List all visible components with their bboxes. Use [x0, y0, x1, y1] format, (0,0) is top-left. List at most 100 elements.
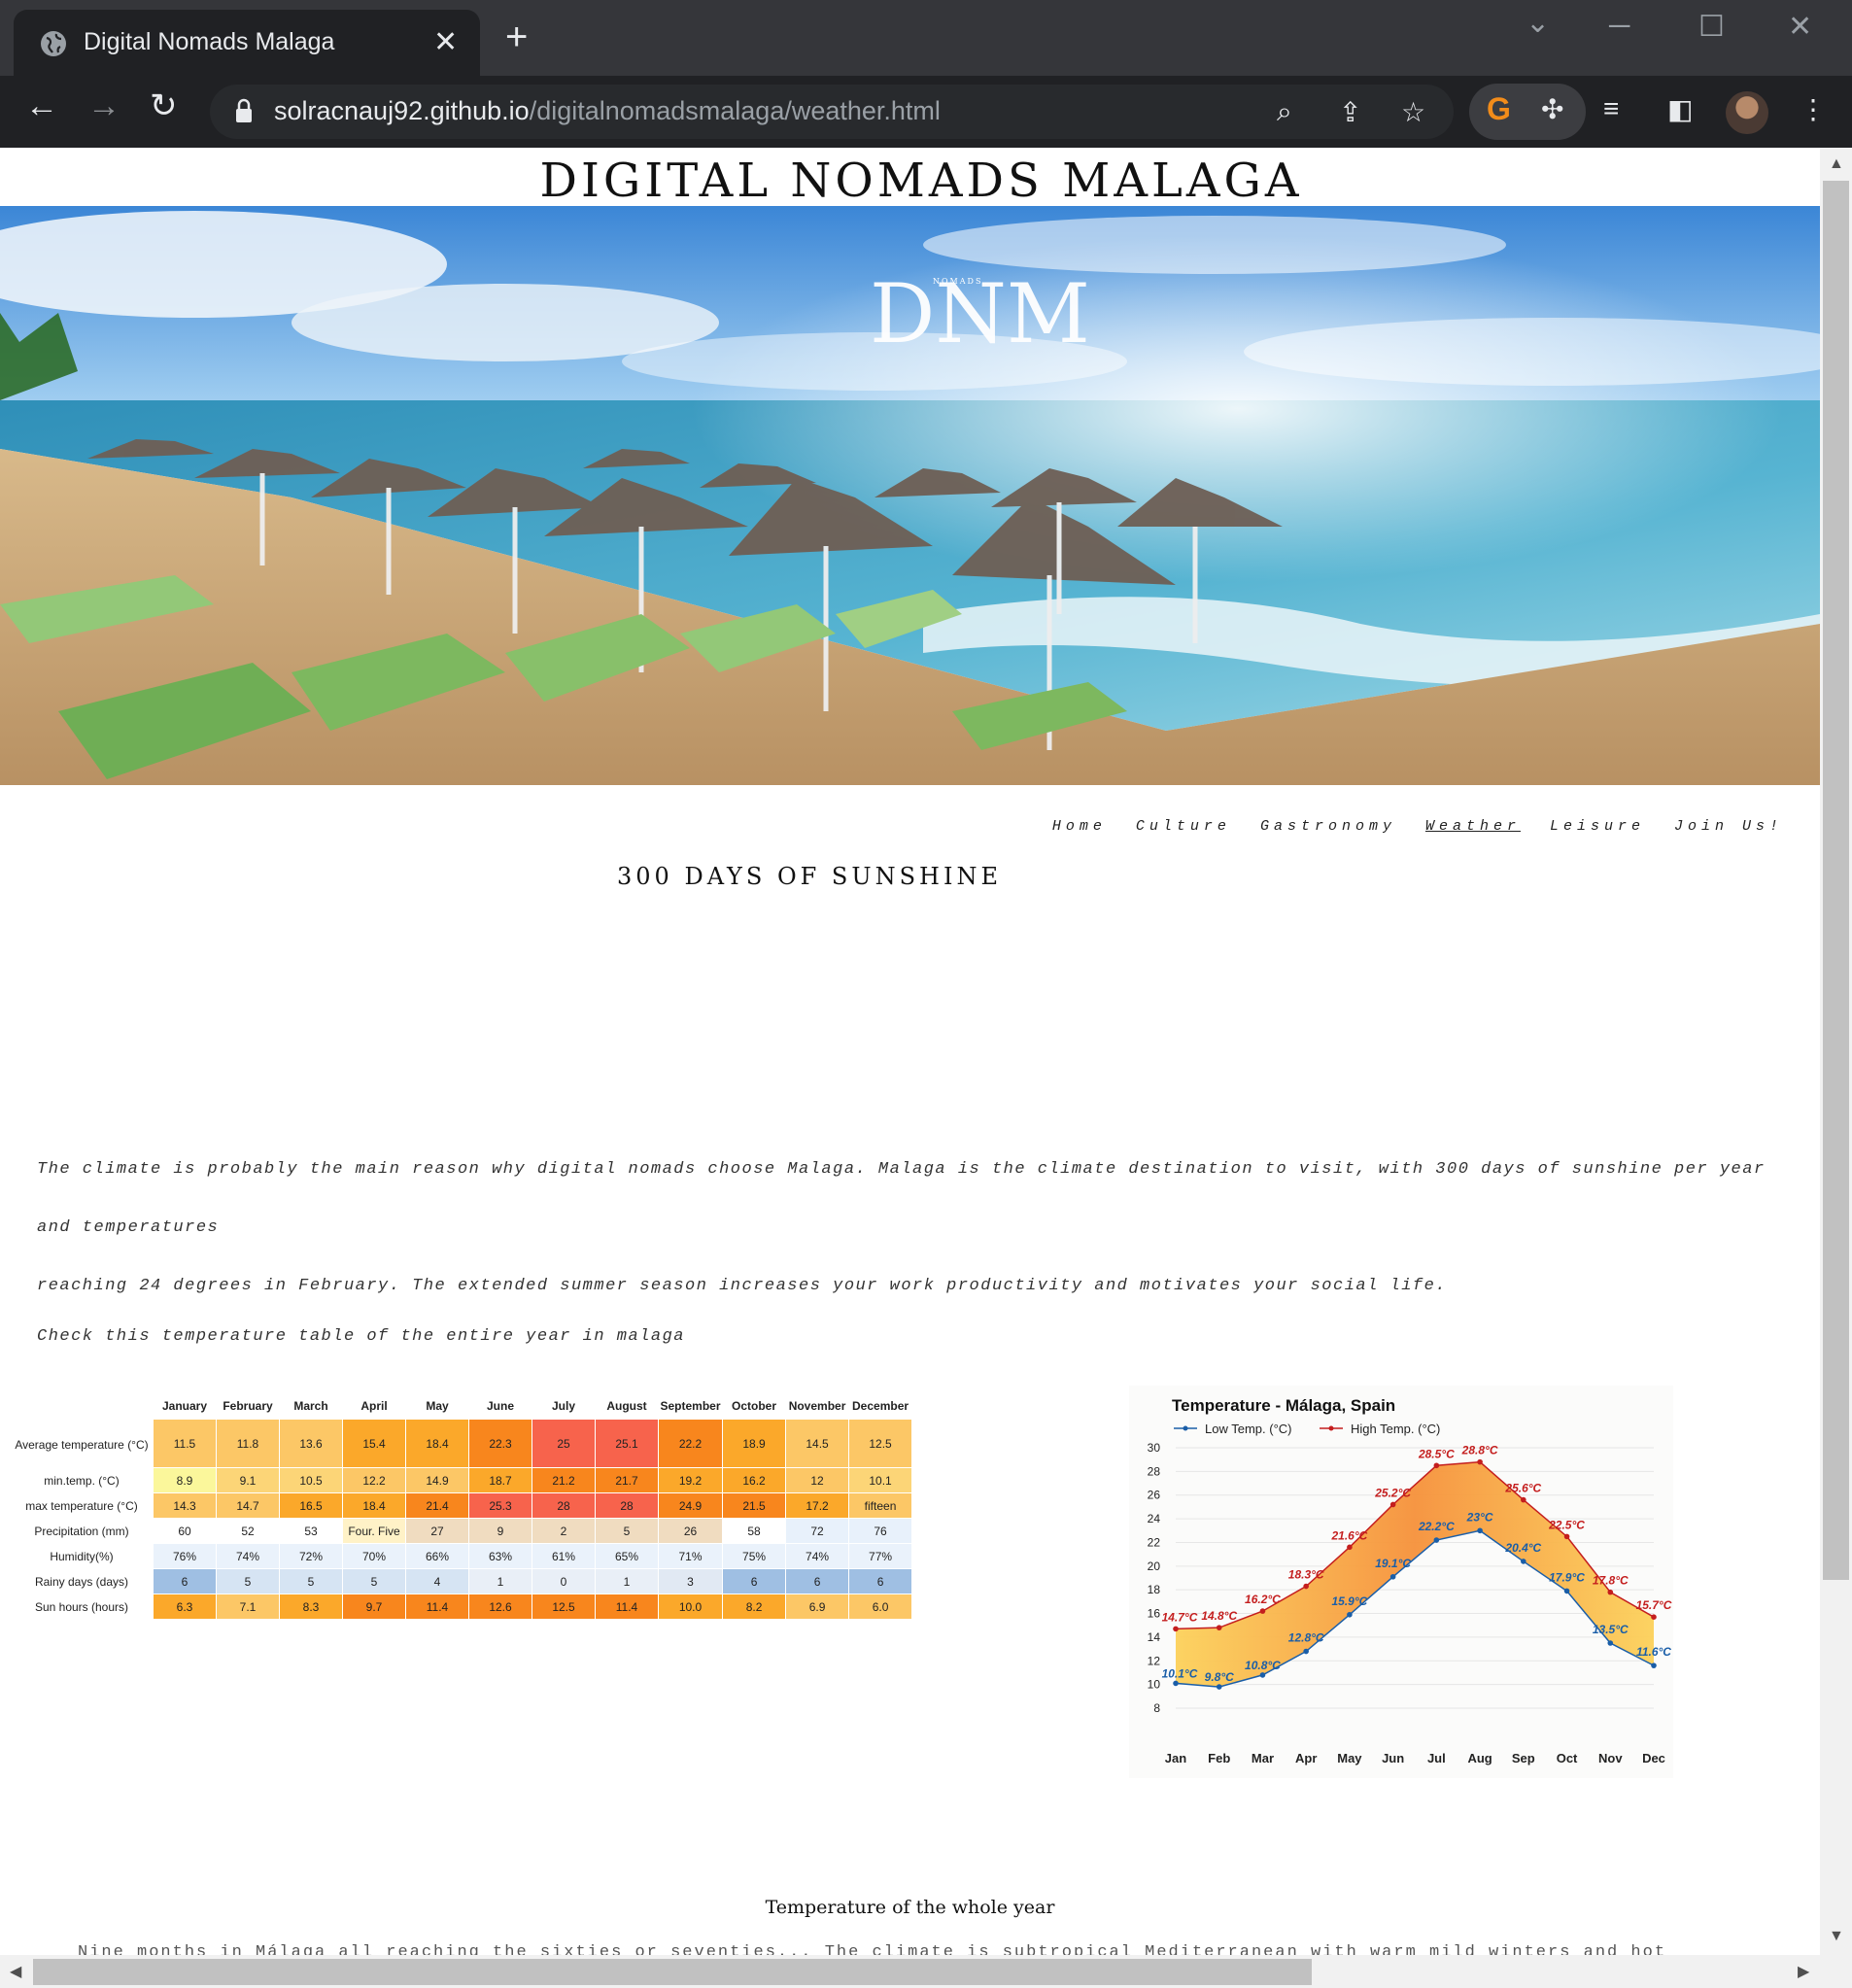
forward-button[interactable]: →: [87, 89, 120, 122]
zoom-icon[interactable]: ⌕: [1277, 96, 1292, 128]
bookmark-star-icon[interactable]: ☆: [1401, 96, 1425, 128]
low-temp-point: [1259, 1672, 1266, 1678]
table-cell: 6.9: [785, 1594, 850, 1620]
table-cell: 9: [468, 1518, 532, 1544]
globe-icon: [41, 31, 66, 56]
grammarly-extension-icon[interactable]: G: [1487, 91, 1511, 127]
legend-high-marker: [1328, 1425, 1334, 1431]
table-row: Precipitation (mm) 60 52 53 Four. Five 27 9 2 5 2…: [10, 1518, 913, 1544]
profile-avatar[interactable]: [1726, 91, 1768, 134]
low-temp-point: [1389, 1573, 1396, 1580]
low-temp-point: [1607, 1640, 1614, 1646]
high-temp-label: 25.2°C: [1374, 1486, 1411, 1499]
high-temp-label: 16.2°C: [1245, 1593, 1281, 1606]
nav-leisure[interactable]: Leisure: [1550, 818, 1645, 835]
low-temp-label: 13.5°C: [1593, 1623, 1629, 1636]
share-icon[interactable]: ⇪: [1339, 96, 1361, 128]
nav-home[interactable]: Home: [1052, 818, 1107, 835]
scroll-left-arrow-icon[interactable]: ◀: [10, 1962, 21, 1981]
low-temp-label: 22.2°C: [1418, 1520, 1455, 1533]
table-cell: 14.9: [405, 1467, 469, 1493]
y-tick-label: 24: [1148, 1512, 1161, 1525]
y-tick-label: 28: [1148, 1464, 1161, 1478]
table-row: max temperature (°C) 14.3 14.7 16.5 18.4 21.4…: [10, 1492, 913, 1519]
table-cell: 6.3: [153, 1594, 217, 1620]
close-tab-icon[interactable]: ✕: [433, 25, 458, 59]
back-button[interactable]: ←: [25, 89, 58, 122]
high-temp-point: [1433, 1462, 1440, 1469]
low-temp-label: 9.8°C: [1205, 1670, 1234, 1684]
url-text: solracnauj92.github.io/digitalnomadsmala…: [274, 96, 941, 126]
month-header: September: [660, 1399, 721, 1413]
nav-gastronomy[interactable]: Gastronomy: [1260, 818, 1396, 835]
table-cell: 21.4: [405, 1492, 469, 1519]
table-row: Rainy days (days) 6 5 5 5 4 1 0 1 3 6 6 6: [10, 1568, 913, 1594]
table-cell: 28: [532, 1492, 596, 1519]
table-cell: 63%: [468, 1543, 532, 1569]
x-tick-label: Jan: [1165, 1751, 1186, 1765]
y-tick-label: 12: [1148, 1654, 1161, 1667]
table-row: min.temp. (°C) 8.9 9.1 10.5 12.2 14.9 18.7 21.2…: [10, 1467, 913, 1493]
low-temp-label: 23°C: [1466, 1510, 1493, 1524]
media-control-icon[interactable]: ≡: [1603, 93, 1619, 124]
table-cell: 70%: [342, 1543, 406, 1569]
low-temp-point: [1433, 1537, 1440, 1543]
close-window-button[interactable]: ✕: [1788, 10, 1812, 44]
table-cell: 27: [405, 1518, 469, 1544]
menu-kebab-icon[interactable]: ⋮: [1800, 93, 1827, 125]
scroll-down-arrow-icon[interactable]: ▼: [1829, 1928, 1844, 1945]
table-cell: 1: [468, 1568, 532, 1594]
vertical-scrollbar-thumb[interactable]: [1823, 181, 1849, 1580]
table-cell: 0: [532, 1568, 596, 1594]
table-cell: 12.5: [848, 1419, 913, 1468]
lock-icon: [236, 98, 252, 122]
scroll-up-arrow-icon[interactable]: ▲: [1829, 155, 1844, 173]
high-temp-label: 28.8°C: [1461, 1444, 1498, 1457]
horizontal-scrollbar-thumb[interactable]: [33, 1959, 1312, 1985]
minimize-button[interactable]: ─: [1609, 10, 1629, 43]
nav-culture[interactable]: Culture: [1136, 818, 1231, 835]
nav-join-us[interactable]: Join Us!: [1674, 818, 1783, 835]
table-cell: 22.3: [468, 1419, 532, 1468]
table-cell: 12: [785, 1467, 850, 1493]
row-label: Sun hours (hours): [10, 1594, 154, 1620]
table-cell: 66%: [405, 1543, 469, 1569]
side-panel-icon[interactable]: ◧: [1667, 93, 1693, 125]
truncated-paragraph: Nine months in Málaga all reaching the s…: [78, 1943, 1667, 1955]
month-header: October: [732, 1399, 777, 1413]
extensions-puzzle-icon[interactable]: ✣: [1541, 93, 1563, 125]
legend-low-marker: [1183, 1425, 1188, 1431]
table-cell: 75%: [722, 1543, 787, 1569]
table-cell: 7.1: [216, 1594, 280, 1620]
table-cell: 11.4: [405, 1594, 469, 1620]
table-cell: 4: [405, 1568, 469, 1594]
y-tick-label: 14: [1148, 1630, 1161, 1644]
browser-chrome: Digital Nomads Malaga ✕ + ⌄ ─ ☐ ✕ ← → ↻ …: [0, 0, 1852, 148]
high-temp-point: [1389, 1501, 1396, 1508]
intro-line-1: The climate is probably the main reason …: [37, 1160, 1766, 1237]
tab-search-icon[interactable]: ⌄: [1526, 6, 1550, 40]
table-cell: 11.5: [153, 1419, 217, 1468]
scroll-right-arrow-icon[interactable]: ▶: [1798, 1962, 1809, 1981]
browser-tab[interactable]: Digital Nomads Malaga ✕: [14, 10, 480, 76]
main-nav: Home Culture Gastronomy Weather Leisure …: [1052, 818, 1783, 835]
temperature-chart: Temperature - Málaga, Spain Low Temp. (°C…: [1129, 1386, 1673, 1778]
table-cell: 5: [342, 1568, 406, 1594]
y-tick-label: 30: [1148, 1441, 1161, 1455]
low-temp-point: [1173, 1680, 1179, 1687]
new-tab-button[interactable]: +: [505, 17, 528, 56]
table-cell: 6: [153, 1568, 217, 1594]
maximize-button[interactable]: ☐: [1698, 10, 1725, 44]
legend-low-label: Low Temp. (°C): [1205, 1422, 1291, 1436]
x-tick-label: Jul: [1427, 1751, 1446, 1765]
high-temp-label: 14.7°C: [1162, 1610, 1198, 1624]
high-temp-point: [1259, 1608, 1266, 1614]
table-cell: 60: [153, 1518, 217, 1544]
reload-button[interactable]: ↻: [150, 89, 178, 122]
address-bar[interactable]: solracnauj92.github.io/digitalnomadsmala…: [210, 85, 1454, 139]
low-temp-label: 17.9°C: [1549, 1570, 1585, 1584]
page-heading: 300 DAYS OF SUNSHINE: [617, 863, 1002, 890]
table-row: Sun hours (hours) 6.3 7.1 8.3 9.7 11.4 12.6 12.…: [10, 1594, 913, 1620]
nav-weather[interactable]: Weather: [1425, 818, 1521, 835]
table-cell: 16.2: [722, 1467, 787, 1493]
